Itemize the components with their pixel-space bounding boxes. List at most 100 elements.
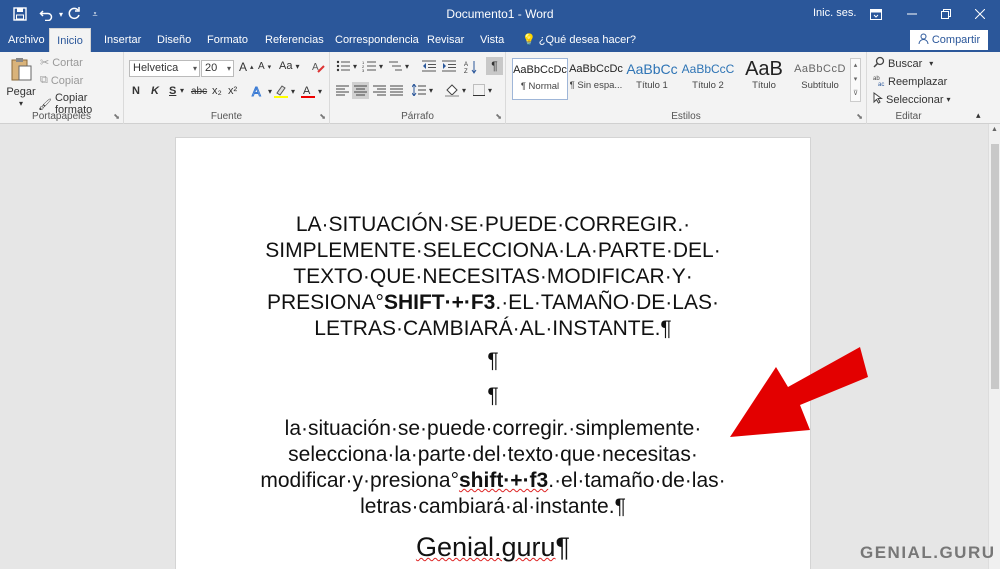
dialog-launcher-icon[interactable]: ⬊ — [319, 112, 326, 121]
align-center-icon[interactable] — [352, 82, 369, 99]
tab-inicio[interactable]: Inicio — [49, 28, 91, 52]
text-line: selecciona·la·parte·del·texto·que·necesi… — [288, 443, 698, 466]
replace-button[interactable]: ab ac Reemplazar — [873, 74, 947, 89]
empty-paragraph-mark: ¶ — [487, 349, 499, 372]
tab-vista[interactable]: Vista — [480, 28, 504, 52]
tab-archivo[interactable]: Archivo — [8, 28, 45, 52]
text-line: LA·SITUACIÓN·SE·PUEDE·CORREGIR.· — [295, 213, 691, 236]
tab-insertar[interactable]: Insertar — [104, 28, 141, 52]
tab-formato[interactable]: Formato — [207, 28, 248, 52]
text-effects-icon[interactable]: A ▾ — [251, 84, 273, 98]
document-page[interactable]: LA·SITUACIÓN·SE·PUEDE·CORREGIR.· SIMPLEM… — [175, 137, 811, 569]
text-line: SIMPLEMENTE·SELECCIONA·LA·PARTE·DEL· — [265, 239, 721, 262]
find-button[interactable]: Buscar ▾ — [873, 56, 933, 71]
vertical-scrollbar[interactable]: ▲ — [988, 124, 1000, 569]
style-name: ¶ Normal — [520, 81, 560, 92]
strikethrough-button[interactable]: abc — [191, 86, 207, 97]
change-case-button[interactable]: Aa ▾ — [279, 60, 299, 72]
font-group-label: Fuente — [210, 111, 243, 122]
select-button[interactable]: Seleccionar ▾ — [873, 92, 951, 107]
align-left-icon[interactable] — [336, 85, 349, 96]
style-name: Título 2 — [692, 80, 724, 91]
change-case-icon: Aa — [279, 60, 293, 72]
minimize-icon[interactable] — [894, 0, 930, 28]
style-preview: AaB — [745, 58, 783, 80]
scroll-thumb[interactable] — [991, 144, 999, 389]
ribbon-display-icon[interactable] — [858, 0, 894, 28]
shrink-font-icon: A — [258, 61, 265, 72]
scroll-up-icon[interactable]: ▲ — [991, 126, 998, 133]
signin-link[interactable]: Inic. ses. — [813, 7, 856, 19]
svg-text:A: A — [303, 85, 311, 97]
cut-label: Cortar — [52, 56, 83, 69]
style-normal[interactable]: AaBbCcDc ¶ Normal — [512, 58, 568, 100]
ribbon: Pegar ▾ ✂ Cortar ⧉ Copiar 🖌 Copiar forma… — [0, 52, 1000, 124]
justify-icon[interactable] — [390, 85, 403, 96]
text-line: PRESIONA°SHIFT·+·F3.·EL·TAMAÑO·DE·LAS· — [176, 290, 810, 316]
tab-diseno[interactable]: Diseño — [157, 28, 191, 52]
subscript-button[interactable]: x₂ — [212, 85, 222, 97]
clear-formatting-icon[interactable]: A — [312, 60, 325, 73]
bold-button[interactable]: N — [132, 85, 140, 97]
style-preview: AaBbCcC — [681, 62, 735, 76]
italic-button[interactable]: K — [151, 85, 159, 97]
tab-correspondencia[interactable]: Correspondencia — [335, 28, 419, 52]
font-size-select[interactable]: 20 ▾ — [201, 60, 234, 77]
collapse-ribbon-icon[interactable]: ▴ — [976, 110, 981, 121]
numbering-icon[interactable]: 1 2 3 ▾ — [362, 60, 383, 72]
align-right-icon[interactable] — [373, 85, 386, 96]
style-subtitle[interactable]: AaBbCcD Subtítulo — [792, 58, 848, 100]
style-preview: AaBbCcD — [794, 63, 846, 75]
copy-label: Copiar — [50, 74, 84, 87]
text-line: modificar·y·presiona°shift·+·f3.·el·tama… — [176, 468, 810, 494]
text-line: TEXTO·QUE·NECESITAS·MODIFICAR·Y· — [293, 265, 693, 288]
watermark: GENIAL.GURU — [860, 543, 996, 562]
dialog-launcher-icon[interactable]: ⬊ — [113, 112, 120, 121]
cut-button[interactable]: ✂ Cortar — [40, 56, 83, 70]
style-title[interactable]: AaB Título — [736, 58, 792, 100]
clipboard-group-label: Portapapeles — [32, 111, 91, 122]
dialog-launcher-icon[interactable]: ⬊ — [856, 112, 863, 121]
decrease-indent-icon[interactable] — [422, 60, 436, 72]
highlight-color-icon[interactable]: ▾ — [274, 84, 295, 98]
shrink-font-button[interactable]: A ▾ — [258, 61, 271, 72]
underline-dropdown-icon[interactable]: ▾ — [180, 86, 184, 95]
style-preview: AaBbCc — [626, 61, 678, 77]
clipboard-icon — [10, 56, 32, 85]
paragraph-lowercase[interactable]: la·situación·se·puede·corregir.·simpleme… — [176, 416, 810, 520]
styles-group-label: Estilos — [671, 111, 701, 122]
share-button[interactable]: Compartir — [910, 30, 988, 50]
underline-button[interactable]: S — [169, 85, 176, 97]
superscript-button[interactable]: x² — [228, 85, 237, 97]
line-spacing-icon[interactable]: ▾ — [412, 84, 433, 96]
shading-icon[interactable]: ▾ — [445, 84, 466, 97]
copy-icon: ⧉ — [40, 74, 48, 86]
bullets-icon[interactable]: ▾ — [336, 60, 357, 72]
grow-font-button[interactable]: A ▴ — [239, 60, 254, 74]
tab-revisar[interactable]: Revisar — [427, 28, 464, 52]
text-run: PRESIONA° — [267, 291, 384, 314]
style-heading-2[interactable]: AaBbCcC Título 2 — [680, 58, 736, 100]
cursor-icon — [873, 92, 884, 107]
close-icon[interactable] — [962, 0, 998, 28]
paragraph-uppercase[interactable]: LA·SITUACIÓN·SE·PUEDE·CORREGIR.· SIMPLEM… — [176, 212, 810, 342]
multilevel-list-icon[interactable]: ▾ — [388, 60, 409, 72]
paragraph-brand[interactable]: Genial.guru¶ — [176, 531, 810, 563]
font-color-icon[interactable]: A ▾ — [301, 84, 322, 98]
style-name: Título — [752, 80, 776, 91]
paste-button[interactable]: Pegar ▾ — [6, 56, 36, 108]
font-family-select[interactable]: Helvetica ▾ — [129, 60, 200, 77]
style-no-spacing[interactable]: AaBbCcDc ¶ Sin espa... — [568, 58, 624, 100]
sort-icon[interactable]: AZ — [464, 60, 478, 74]
styles-scroll[interactable]: ▴ ▾ ⊽ — [850, 58, 861, 102]
show-marks-button[interactable]: ¶ — [486, 57, 503, 75]
borders-icon[interactable]: ▾ — [473, 84, 492, 96]
dialog-launcher-icon[interactable]: ⬊ — [495, 112, 502, 121]
increase-indent-icon[interactable] — [442, 60, 456, 72]
grow-font-icon: A — [239, 60, 248, 74]
restore-icon[interactable] — [928, 0, 964, 28]
style-heading-1[interactable]: AaBbCc Título 1 — [624, 58, 680, 100]
tell-me-box[interactable]: 💡 ¿Qué desea hacer? — [522, 28, 636, 52]
copy-button[interactable]: ⧉ Copiar — [40, 74, 83, 87]
tab-referencias[interactable]: Referencias — [265, 28, 324, 52]
